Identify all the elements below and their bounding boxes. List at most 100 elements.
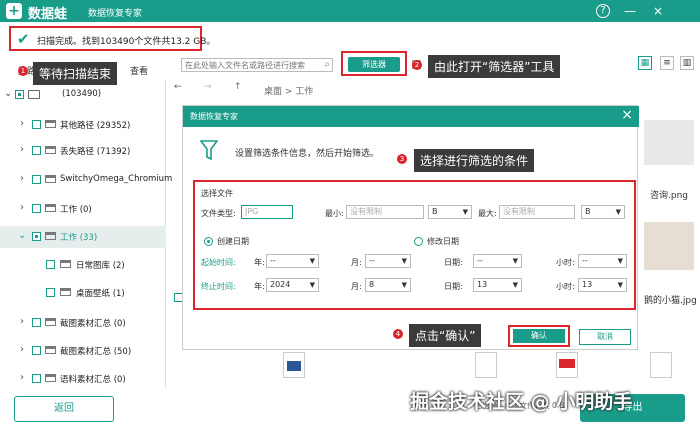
- filter-button[interactable]: 筛选器: [348, 57, 400, 72]
- tree-checkbox[interactable]: [32, 175, 41, 184]
- modified-date-radio[interactable]: [414, 237, 423, 246]
- folder-icon: [45, 175, 56, 183]
- tree-checkbox[interactable]: [32, 120, 41, 129]
- cancel-button[interactable]: 取消: [579, 329, 631, 345]
- created-date-label[interactable]: 创建日期: [217, 236, 249, 247]
- folder-icon: [60, 260, 71, 268]
- callout-badge-1: 1: [18, 66, 28, 76]
- max-unit-value: B: [585, 207, 591, 216]
- back-button[interactable]: 返回: [14, 396, 114, 422]
- min-unit-select[interactable]: B ▼: [428, 205, 472, 219]
- month-label: 月:: [351, 282, 362, 291]
- start-month-select[interactable]: -- ▼: [365, 254, 411, 268]
- tab-view[interactable]: 查看: [130, 64, 148, 77]
- start-year-select[interactable]: -- ▼: [266, 254, 319, 268]
- tree-checkbox[interactable]: [32, 318, 41, 327]
- month-label: 月:: [351, 258, 362, 267]
- confirm-button[interactable]: 确认: [513, 329, 565, 343]
- search-icon[interactable]: ⌕: [324, 59, 330, 70]
- tree-item[interactable]: › 工作 (0): [0, 198, 166, 220]
- tree-item[interactable]: 日常图库 (2): [0, 254, 166, 276]
- chevron-down-icon: ▼: [512, 257, 518, 265]
- text-file-icon[interactable]: [650, 352, 672, 378]
- word-file-icon[interactable]: [283, 352, 305, 378]
- tree-item-selected[interactable]: ⌄ 工作 (33): [0, 226, 166, 248]
- folder-icon: [45, 346, 56, 354]
- folder-icon: [45, 146, 56, 154]
- file-name[interactable]: 咨询.png: [650, 188, 688, 201]
- day-label: 日期:: [444, 258, 463, 267]
- end-hour-select[interactable]: 13 ▼: [578, 278, 627, 292]
- chevron-right-icon[interactable]: ›: [20, 372, 24, 383]
- chevron-right-icon[interactable]: ›: [20, 344, 24, 355]
- tree-item[interactable]: › 截图素材汇总 (50): [0, 340, 166, 362]
- pdf-file-icon[interactable]: [556, 352, 578, 378]
- tree-item[interactable]: › 截图素材汇总 (0): [0, 312, 166, 334]
- callout-3: 选择进行筛选的条件: [414, 149, 535, 172]
- file-thumbnail[interactable]: [644, 120, 694, 165]
- tree-checkbox[interactable]: [32, 346, 41, 355]
- callout-2: 由此打开“筛选器”工具: [428, 55, 561, 78]
- chevron-down-icon: ▼: [512, 281, 518, 289]
- grid-view-icon[interactable]: ▦: [638, 56, 652, 70]
- callout-badge-4: 4: [393, 329, 403, 339]
- tree-item-label: 日常图库 (2): [76, 261, 125, 271]
- tree-item-label: 截图素材汇总 (50): [60, 347, 132, 357]
- tree-checkbox[interactable]: [32, 232, 41, 241]
- tree-item-label: 语料素材汇总 (0): [60, 375, 126, 385]
- tree-item[interactable]: › 丢失路径 (71392): [0, 140, 166, 162]
- file-type-input[interactable]: JPG: [241, 205, 293, 219]
- chevron-right-icon[interactable]: ›: [20, 173, 24, 184]
- file-name[interactable]: 鹅的小猫.jpg: [644, 293, 697, 306]
- tree-checkbox[interactable]: [46, 288, 55, 297]
- file-search-box[interactable]: ⌕: [181, 58, 333, 72]
- start-hour-value: --: [582, 256, 588, 265]
- chevron-right-icon[interactable]: ›: [20, 118, 24, 129]
- tree-checkbox[interactable]: [32, 204, 41, 213]
- dialog-close-icon[interactable]: ×: [621, 107, 633, 123]
- close-button[interactable]: ×: [650, 3, 666, 19]
- start-hour-select[interactable]: -- ▼: [578, 254, 627, 268]
- tree-item[interactable]: › 语料素材汇总 (0): [0, 368, 166, 390]
- tree-item[interactable]: › SwitchyOmega_Chromium: [0, 169, 172, 191]
- min-size-input[interactable]: 没有限制: [346, 205, 424, 219]
- search-input[interactable]: [182, 59, 317, 71]
- detail-view-icon[interactable]: ▥: [680, 56, 694, 70]
- max-unit-select[interactable]: B ▼: [581, 205, 625, 219]
- file-thumbnail[interactable]: [644, 222, 694, 270]
- minimize-button[interactable]: —: [622, 3, 638, 19]
- chevron-down-icon[interactable]: ⌄: [18, 230, 26, 241]
- up-arrow-icon[interactable]: ↑: [234, 82, 242, 92]
- list-view-icon[interactable]: ≡: [660, 56, 674, 70]
- back-arrow-icon[interactable]: ←: [174, 82, 182, 92]
- chevron-right-icon[interactable]: ›: [20, 144, 24, 155]
- text-file-icon[interactable]: [475, 352, 497, 378]
- conditions-panel: 选择文件 文件类型: JPG 最小: 没有限制 B ▼ 最大: 没有限制 B ▼…: [193, 180, 636, 310]
- forward-arrow-icon[interactable]: →: [204, 82, 212, 92]
- end-year-select[interactable]: 2024 ▼: [266, 278, 319, 292]
- end-day-select[interactable]: 13 ▼: [473, 278, 522, 292]
- tree-item[interactable]: 桌面壁纸 (1): [0, 282, 166, 304]
- filter-dialog: 数据恢复专家 × 设置筛选条件信息，然后开始筛选。 3 选择进行筛选的条件 选择…: [182, 105, 639, 350]
- help-icon[interactable]: ?: [596, 4, 610, 18]
- modified-date-label[interactable]: 修改日期: [427, 236, 459, 247]
- max-size-input[interactable]: 没有限制: [499, 205, 575, 219]
- tree-checkbox[interactable]: [32, 146, 41, 155]
- chevron-right-icon[interactable]: ›: [20, 316, 24, 327]
- tree-checkbox[interactable]: [32, 374, 41, 383]
- root-checkbox[interactable]: [15, 90, 24, 99]
- tree-root[interactable]: ⌄ (103490): [0, 84, 166, 106]
- breadcrumb[interactable]: 桌面 > 工作: [264, 84, 313, 97]
- folder-icon: [45, 232, 56, 240]
- chevron-down-icon: ▼: [617, 281, 623, 289]
- chevron-right-icon[interactable]: ›: [20, 202, 24, 213]
- scan-status-text: 扫描完成。找到103490个文件共13.2 GB。: [37, 37, 216, 47]
- tree-checkbox[interactable]: [46, 260, 55, 269]
- start-day-select[interactable]: -- ▼: [473, 254, 522, 268]
- tree-item[interactable]: › 其他路径 (29352): [0, 114, 166, 136]
- end-month-select[interactable]: 8 ▼: [365, 278, 411, 292]
- chevron-down-icon[interactable]: ⌄: [4, 88, 12, 99]
- created-date-radio[interactable]: [204, 237, 213, 246]
- chevron-down-icon: ▼: [617, 257, 623, 265]
- year-label: 年:: [254, 282, 265, 291]
